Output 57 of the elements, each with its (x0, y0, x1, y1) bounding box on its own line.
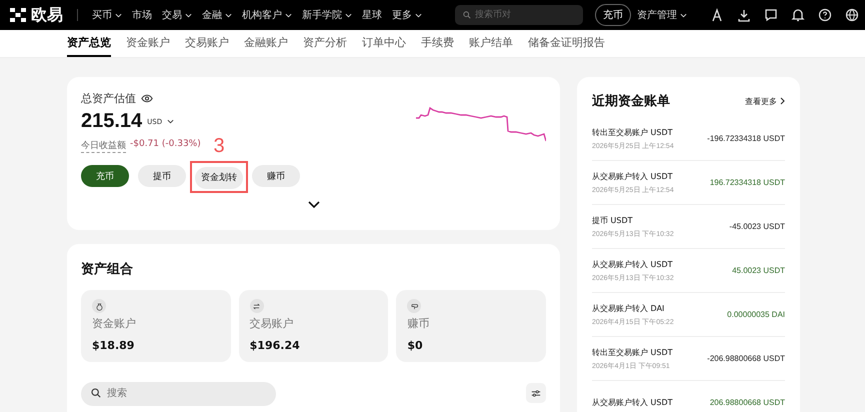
bill-title: 从交易账户转入 DAI (592, 302, 666, 314)
nav-menu-item[interactable]: 交易 (162, 8, 192, 22)
account-card[interactable]: 赚币 $0 (396, 290, 546, 362)
bill-amount: 45.0023 USDT (732, 266, 785, 275)
search-field[interactable]: 搜索 (81, 382, 276, 406)
account-name: 交易账户 (250, 316, 295, 331)
bill-amount: 196.72334318 USDT (710, 178, 785, 187)
deposit-button[interactable]: 充币 (595, 4, 631, 26)
bill-amount: -45.0023 USDT (729, 222, 785, 231)
nav-menu-item[interactable]: 金融 (202, 8, 232, 22)
pnl-label: 今日收益额 (81, 139, 126, 153)
asset-management-menu[interactable]: 资产管理 (637, 8, 687, 22)
nav-menu-item[interactable]: 机构客户 (242, 8, 292, 22)
bill-title: 提币 USDT (592, 214, 634, 226)
tab[interactable]: 资产分析 (303, 30, 347, 57)
account-name: 资金账户 (92, 316, 137, 331)
bill-title: 转出至交易账户 USDT (592, 346, 673, 358)
account-value: $18.89 (92, 339, 136, 352)
action-button[interactable]: 提币 (138, 165, 186, 187)
tab[interactable]: 手续费 (421, 30, 454, 57)
nav-menu-item[interactable]: 星球 (362, 8, 382, 22)
section-title: 资产组合 (81, 260, 134, 278)
action-button[interactable]: 充币 (81, 165, 129, 187)
view-more-link[interactable]: 查看更多 (745, 96, 785, 106)
tab[interactable]: 资产总览 (67, 30, 111, 57)
bill-title: 转出至交易账户 USDT (592, 126, 674, 138)
tab[interactable]: 账户结单 (469, 30, 513, 57)
bill-title: 从交易账户转入 USDT (592, 397, 673, 408)
nav-menu-item[interactable]: 新手学院 (302, 8, 352, 22)
total-assets-title: 总资产估值 (81, 91, 136, 106)
tab[interactable]: 交易账户 (185, 30, 229, 57)
action-button[interactable]: 资金划转 (195, 166, 243, 188)
tab[interactable]: 金融账户 (244, 30, 288, 57)
pnl-value: -$0.71 (-0.33%) (130, 139, 201, 151)
account-card[interactable]: 交易账户 $196.24 (238, 290, 388, 362)
nav-menu-item[interactable]: 市场 (132, 8, 152, 22)
action-button[interactable]: 赚币 (252, 165, 300, 187)
account-value: $0 (407, 339, 424, 352)
tab[interactable]: 订单中心 (362, 30, 406, 57)
tab[interactable]: 储备金证明报告 (528, 30, 605, 57)
total-balance: 215.14 (81, 110, 142, 133)
bill-amount: -196.72334318 USDT (707, 134, 785, 143)
account-value: $196.24 (250, 339, 301, 352)
tab[interactable]: 资金账户 (126, 30, 170, 57)
section-title: 近期资金账单 (592, 93, 670, 110)
search-field[interactable]: 搜索币对 (455, 5, 583, 25)
bill-amount: 0.00000035 DAI (727, 310, 785, 319)
nav-menu-item[interactable]: 买币 (92, 8, 122, 22)
account-card[interactable]: 资金账户 $18.89 (81, 290, 231, 362)
bill-amount: 206.98800668 USDT (710, 398, 785, 407)
annotation-number: 3 (213, 135, 225, 158)
bill-title: 从交易账户转入 USDT (592, 258, 674, 270)
nav-menu-item[interactable]: 更多 (392, 8, 422, 22)
logo-text: 欧易 (31, 4, 63, 26)
bill-amount: -206.98800668 USDT (707, 354, 785, 363)
account-name: 赚币 (407, 316, 430, 331)
bill-title: 从交易账户转入 USDT (592, 170, 674, 182)
